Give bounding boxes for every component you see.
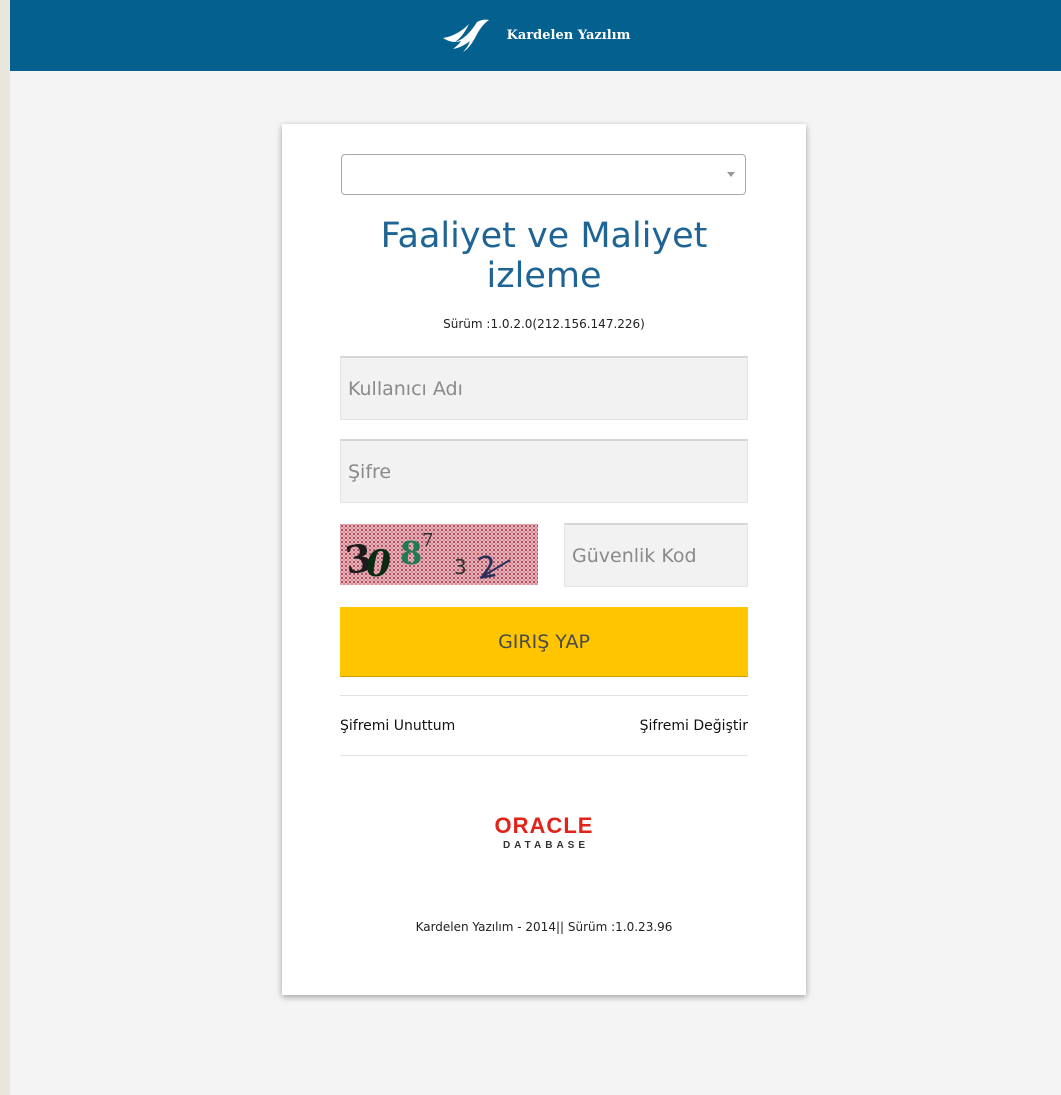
svg-text:2: 2: [475, 549, 500, 585]
page-title-line-1: Faaliyet ve Maliyet: [380, 216, 708, 256]
divider-top: [340, 695, 748, 696]
security-code-field[interactable]: Güvenlik Kod: [564, 523, 748, 587]
footer-text: Kardelen Yazılım - 2014|| Sürüm :1.0.23.…: [415, 920, 673, 934]
database-select[interactable]: [341, 154, 746, 195]
brand-name: Kardelen Yazılım: [506, 28, 631, 43]
svg-text:7: 7: [422, 530, 433, 551]
change-password-link[interactable]: Şifremi Değiştir: [640, 718, 748, 734]
kardelen-logo-icon: [442, 19, 489, 52]
svg-text:0: 0: [366, 543, 391, 585]
left-edge-strip: [0, 0, 10, 1095]
page-title-line-2: izleme: [486, 256, 602, 296]
oracle-database-logo: ORACLE DATABASE: [282, 813, 806, 852]
captcha-image: 3 0 8 7 3 2: [340, 524, 538, 585]
version-info: Sürüm :1.0.2.0(212.156.147.226): [443, 317, 645, 331]
oracle-logo-sub: DATABASE: [502, 840, 590, 851]
login-card: Faaliyet ve Maliyet izleme Sürüm :1.0.2.…: [282, 124, 806, 995]
oracle-logo-word: ORACLE: [494, 813, 594, 838]
divider-bottom: [340, 755, 748, 756]
forgot-password-link[interactable]: Şifremi Unuttum: [340, 718, 455, 734]
chevron-down-icon: [727, 172, 735, 177]
password-field[interactable]: Şifre: [340, 439, 748, 503]
password-placeholder: Şifre: [348, 460, 392, 483]
captcha-glyphs: 3 0 8 7 3 2: [342, 530, 511, 585]
security-code-placeholder: Güvenlik Kod: [572, 544, 697, 567]
login-button[interactable]: GIRIŞ YAP: [340, 607, 748, 677]
username-field[interactable]: Kullanıcı Adı: [340, 356, 748, 420]
brand[interactable]: Kardelen Yazılım: [441, 18, 631, 54]
svg-text:3: 3: [454, 555, 467, 579]
username-placeholder: Kullanıcı Adı: [348, 377, 463, 400]
page-title: Faaliyet ve Maliyet izleme: [282, 216, 806, 296]
top-header-bar: Kardelen Yazılım: [10, 0, 1061, 71]
svg-text:8: 8: [400, 534, 422, 572]
